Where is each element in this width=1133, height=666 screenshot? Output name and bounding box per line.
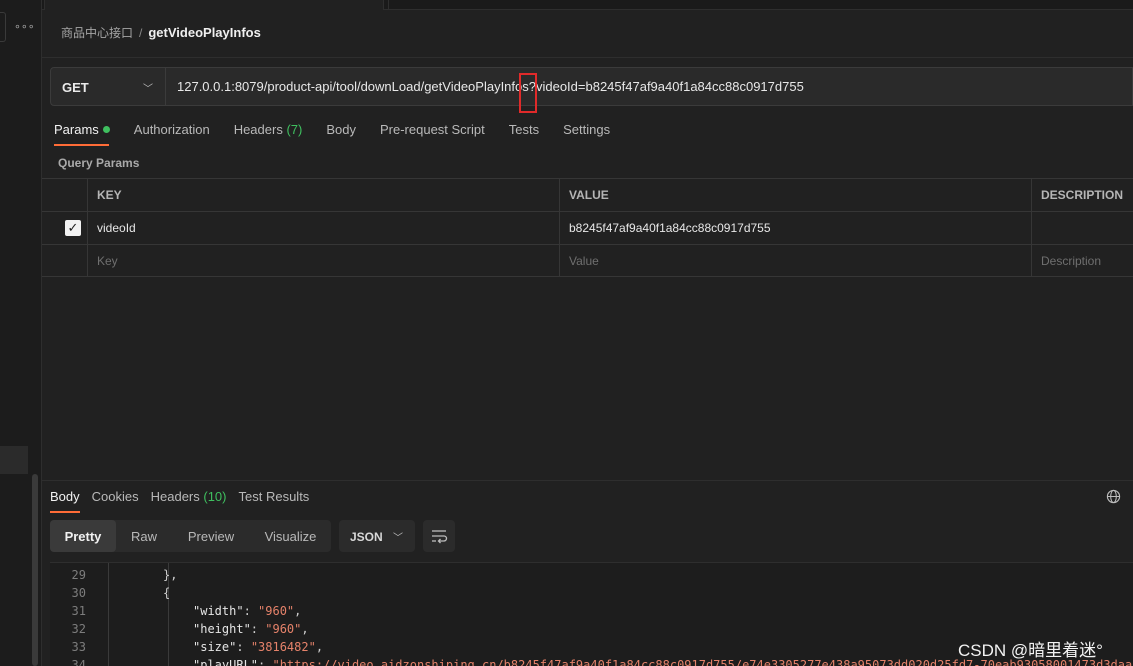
divider <box>42 57 1133 58</box>
new-description-input[interactable]: Description <box>1031 245 1133 277</box>
resp-tab-headers[interactable]: Headers (10) <box>151 489 227 504</box>
resp-tab-test-results[interactable]: Test Results <box>239 489 310 504</box>
breadcrumb: 商品中心接口 / getVideoPlayInfos <box>61 24 261 41</box>
json-colon: : <box>243 604 259 618</box>
new-row-checkbox-cell <box>42 245 87 277</box>
breadcrumb-separator: / <box>139 26 143 40</box>
param-value-cell[interactable]: b8245f47af9a40f1a84cc88c0917d755 <box>559 212 1031 244</box>
resp-tab-active-underline <box>50 511 80 513</box>
wrap-lines-button[interactable] <box>423 520 455 552</box>
json-colon: : <box>258 658 273 666</box>
sidebar-selected-item[interactable] <box>0 446 28 474</box>
table-header-row: KEY VALUE DESCRIPTION <box>42 178 1133 211</box>
chevron-down-icon: ﹀ <box>393 533 403 544</box>
method-label: GET <box>62 80 89 95</box>
json-string-value: "3816482" <box>250 640 316 654</box>
tab-headers-label: Headers <box>233 122 283 137</box>
line-number: 30 <box>71 586 86 600</box>
globe-icon[interactable] <box>1106 489 1121 504</box>
json-colon: : <box>236 640 251 654</box>
code-text: { <box>163 586 171 600</box>
line-number: 32 <box>71 622 86 636</box>
request-tab-bar <box>42 0 1133 10</box>
json-punctuation: , <box>294 604 302 618</box>
breadcrumb-collection[interactable]: 商品中心接口 <box>61 26 133 40</box>
tab-authorization[interactable]: Authorization <box>134 122 210 137</box>
request-tab[interactable] <box>384 0 389 10</box>
resp-tab-body[interactable]: Body <box>50 489 80 504</box>
json-key: "size" <box>193 640 237 654</box>
tab-params[interactable]: Params <box>54 122 110 146</box>
table-row-new: Key Value Description <box>42 244 1133 277</box>
json-string-value: "960" <box>258 604 295 618</box>
sidebar-collapse-handle[interactable] <box>0 12 6 42</box>
header-description: DESCRIPTION <box>1031 179 1133 211</box>
table-row: ✓ videoId b8245f47af9a40f1a84cc88c0917d7… <box>42 211 1133 244</box>
tab-prerequest-script[interactable]: Pre-request Script <box>380 122 485 137</box>
param-key-cell[interactable]: videoId <box>87 212 559 244</box>
resp-tab-headers-label: Headers <box>150 489 200 504</box>
code-text: }, <box>163 568 178 582</box>
json-colon: : <box>250 622 266 636</box>
code-text: "size": "3816482", <box>193 640 323 654</box>
more-options-icon[interactable]: ∘∘∘ <box>14 20 35 33</box>
header-checkbox-cell <box>42 179 87 211</box>
new-key-input[interactable]: Key <box>87 245 559 277</box>
new-value-input[interactable]: Value <box>559 245 1031 277</box>
params-active-dot-icon <box>102 126 110 133</box>
sidebar-scrollbar[interactable] <box>32 474 38 666</box>
method-select[interactable]: GET ﹀ <box>50 67 166 106</box>
query-params-table: KEY VALUE DESCRIPTION ✓ videoId b8245f47… <box>42 178 1133 277</box>
code-text: "height": "960", <box>193 622 309 636</box>
json-key: "playURL" <box>193 658 259 666</box>
resp-headers-count: (10) <box>203 489 227 504</box>
param-enabled-checkbox[interactable]: ✓ <box>65 220 81 236</box>
code-text: "width": "960", <box>193 604 301 618</box>
resp-tab-cookies[interactable]: Cookies <box>92 489 139 504</box>
tab-active-underline <box>54 144 109 146</box>
code-line: 30 { <box>50 586 1133 604</box>
format-select[interactable]: JSON ﹀ <box>339 520 415 552</box>
json-key: "width" <box>193 604 244 618</box>
url-text: 127.0.0.1:8079/product-api/tool/downLoad… <box>177 79 804 94</box>
view-visualize-button[interactable]: Visualize <box>250 520 331 552</box>
json-punctuation: , <box>301 622 309 636</box>
response-divider[interactable] <box>42 480 1133 481</box>
wrap-lines-icon <box>432 530 448 544</box>
breadcrumb-request-name[interactable]: getVideoPlayInfos <box>148 25 260 40</box>
line-number: 34 <box>71 658 86 666</box>
json-punctuation: , <box>315 640 324 654</box>
tab-params-label: Params <box>54 122 99 137</box>
format-label: JSON <box>350 530 383 544</box>
tab-settings[interactable]: Settings <box>563 122 610 137</box>
code-line: 29}, <box>50 568 1133 586</box>
line-number: 33 <box>71 640 86 654</box>
row-checkbox-cell: ✓ <box>42 212 87 244</box>
json-key: "height" <box>193 622 251 636</box>
tab-body[interactable]: Body <box>326 122 356 137</box>
request-tab-active[interactable] <box>44 0 384 10</box>
header-key: KEY <box>87 179 559 211</box>
watermark: CSDN @暗里着迷° <box>958 641 1103 660</box>
response-tabs: Body Cookies Headers (10) Test Results <box>50 489 321 504</box>
request-tabs: Params Authorization Headers (7) Body Pr… <box>54 122 634 146</box>
left-sidebar: ∘∘∘ <box>0 0 42 666</box>
annotation-highlight-box <box>519 73 537 113</box>
param-description-cell[interactable] <box>1031 212 1133 244</box>
view-preview-button[interactable]: Preview <box>172 520 250 552</box>
view-raw-button[interactable]: Raw <box>116 520 172 552</box>
line-number: 31 <box>71 604 86 618</box>
headers-count: (7) <box>286 122 303 137</box>
json-string-value: "960" <box>265 622 302 636</box>
tab-tests[interactable]: Tests <box>509 122 539 137</box>
url-input[interactable]: 127.0.0.1:8079/product-api/tool/downLoad… <box>165 67 1133 113</box>
chevron-down-icon: ﹀ <box>143 84 153 95</box>
view-pretty-button[interactable]: Pretty <box>50 520 116 552</box>
query-params-title: Query Params <box>58 156 140 170</box>
code-line: 31 "width": "960", <box>50 604 1133 622</box>
line-number: 29 <box>71 568 86 582</box>
tab-headers[interactable]: Headers (7) <box>234 122 303 137</box>
header-value: VALUE <box>559 179 1031 211</box>
response-view-mode-bar: Pretty Raw Preview Visualize <box>50 520 331 552</box>
